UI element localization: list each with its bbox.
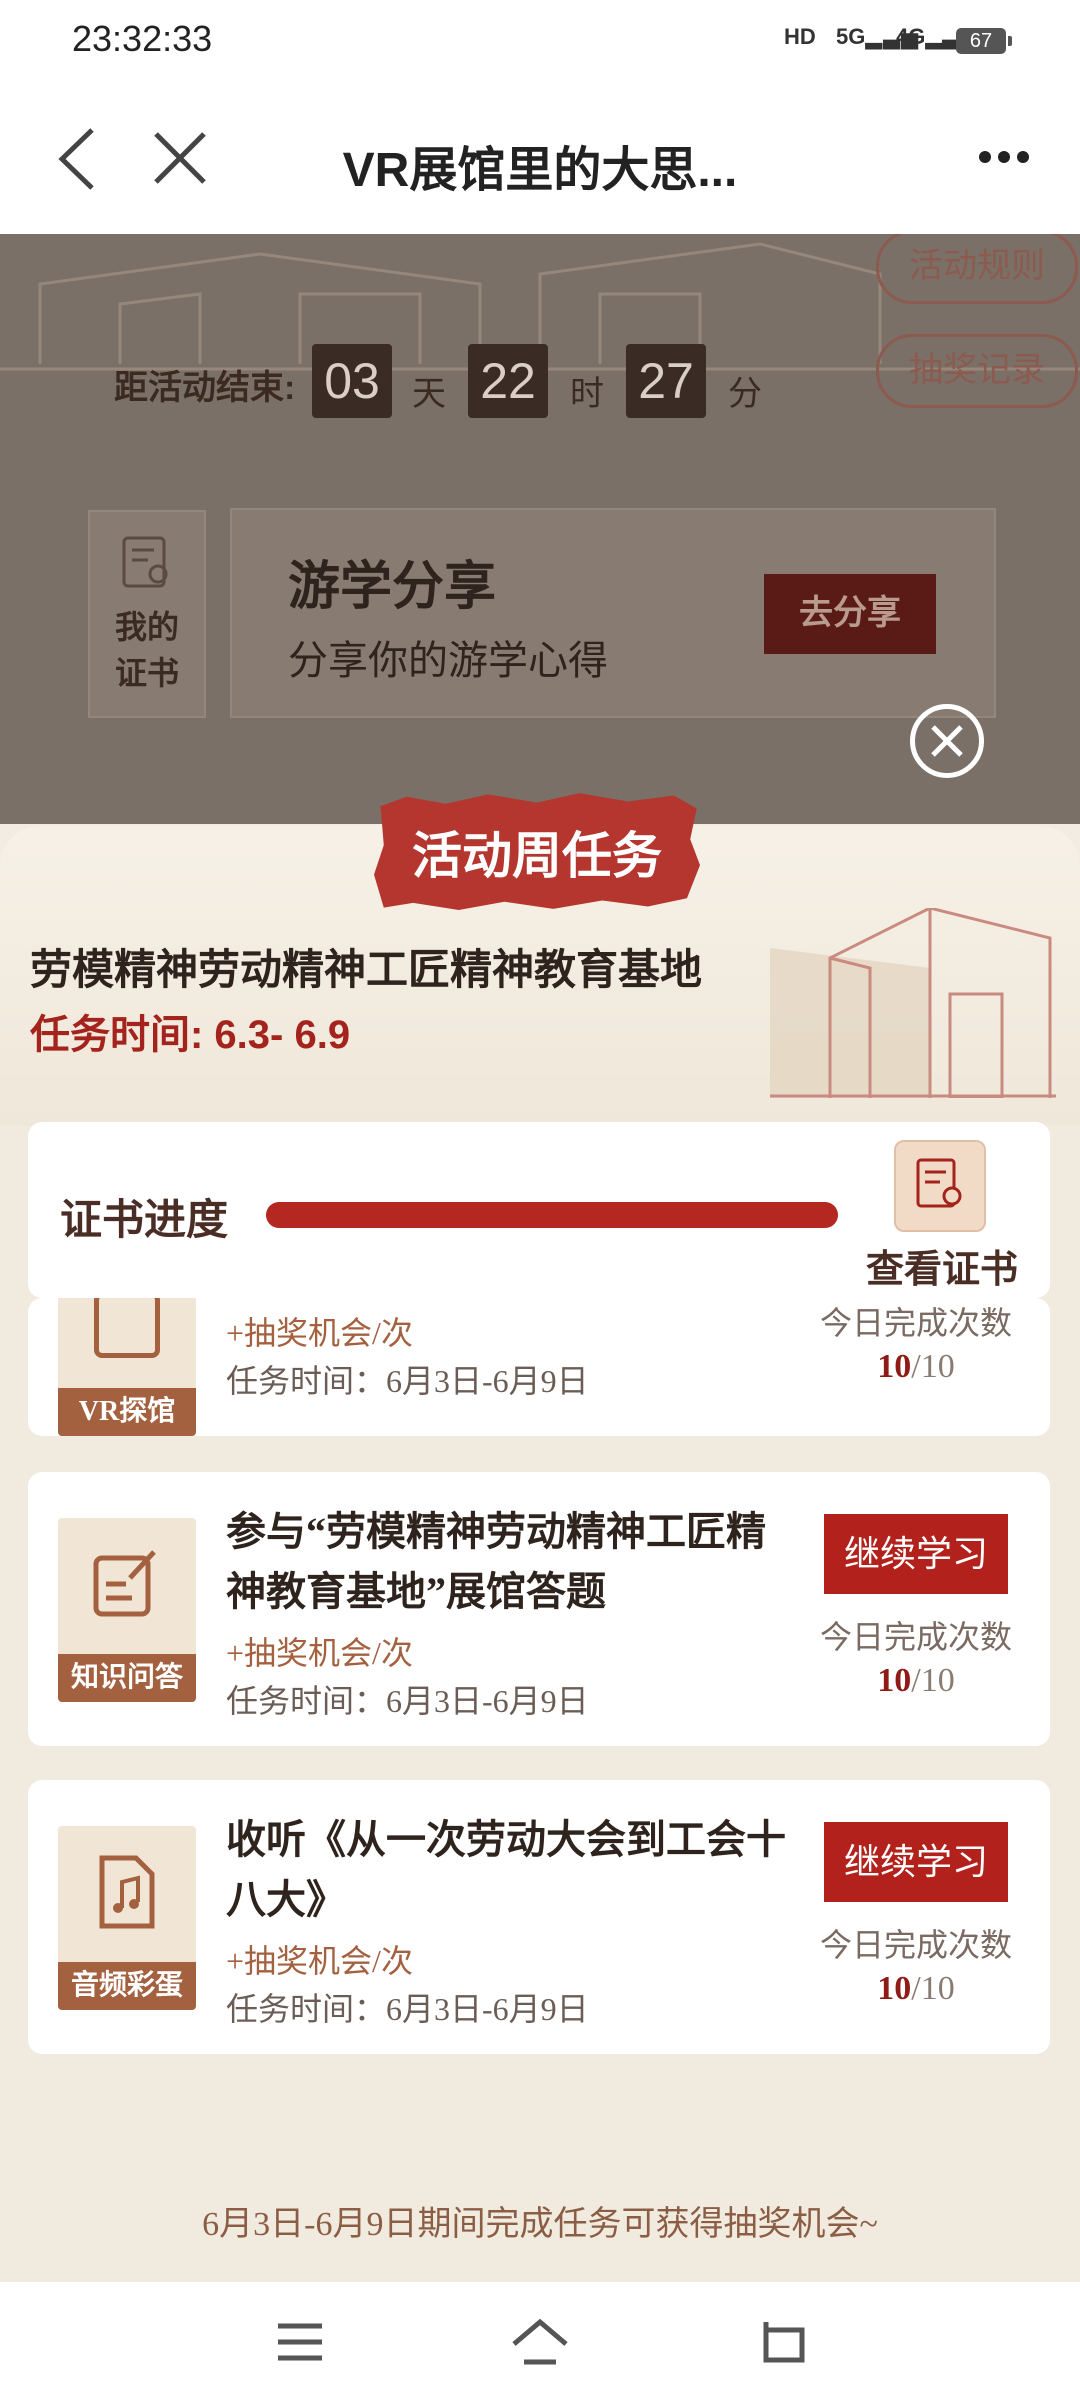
weekly-task-badge: 活动周任务 [374, 793, 700, 910]
background-page: 活动规则 抽奖记录 距活动结束: 03 天 22 时 27 分 我的 证书 游学… [0, 234, 1080, 824]
task-time: 任务时间：6月3日-6月9日 [226, 1683, 589, 1719]
today-count-label: 今日完成次数 [819, 1927, 1012, 1963]
certificate-icon [122, 536, 168, 588]
back-nav-icon[interactable] [756, 2318, 806, 2366]
countdown-minutes: 27 [626, 344, 706, 418]
today-count: 10/10 [877, 1348, 955, 1385]
my-certificate-button[interactable]: 我的 证书 [88, 510, 206, 718]
weekly-task-sheet: 劳模精神劳动精神工匠精神教育基地 任务时间: 6.3- 6.9 证书进度 查看证… [0, 826, 1080, 2282]
task-thumb-vr: VR探馆 [58, 1298, 196, 1436]
vr-icon [94, 1298, 160, 1358]
hd-indicator: HD [784, 24, 816, 49]
share-subtitle: 分享你的游学心得 [288, 638, 608, 683]
countdown-days: 03 [312, 344, 392, 418]
share-card: 游学分享 分享你的游学心得 去分享 [230, 508, 996, 718]
today-count-label: 今日完成次数 [819, 1305, 1012, 1341]
view-certificate-icon[interactable] [894, 1140, 986, 1232]
task-card-audio: 音频彩蛋 收听《从一次劳动大会到工会十八大》 +抽奖机会/次 任务时间：6月3日… [28, 1780, 1050, 2054]
system-nav-bar [0, 2282, 1080, 2408]
task-period: 任务时间: 6.3- 6.9 [30, 1013, 351, 1057]
countdown-days-unit: 天 [412, 375, 446, 413]
countdown-minutes-unit: 分 [728, 375, 762, 413]
countdown-label: 距活动结束: [114, 369, 296, 407]
task-tag: VR探馆 [58, 1388, 196, 1436]
today-count: 10/10 [877, 1662, 955, 1699]
task-tag: 知识问答 [58, 1654, 196, 1702]
task-thumb-audio: 音频彩蛋 [58, 1826, 196, 2010]
share-title: 游学分享 [288, 559, 497, 616]
lottery-record-button[interactable]: 抽奖记录 [876, 334, 1078, 408]
header-bar: VR展馆里的大思... [0, 88, 1080, 234]
status-time: 23:32:33 [72, 18, 213, 59]
certificate-progress-card: 证书进度 查看证书 [28, 1122, 1050, 1298]
close-icon[interactable] [152, 130, 208, 186]
countdown-hours-unit: 时 [570, 375, 604, 413]
menu-icon[interactable] [276, 2322, 324, 2362]
continue-study-button[interactable]: 继续学习 [824, 1514, 1008, 1594]
progress-label: 证书进度 [60, 1198, 229, 1244]
task-title: 收听《从一次劳动大会到工会十八大》 [226, 1817, 786, 1922]
audio-file-icon [99, 1855, 155, 1929]
task-title: 参与“劳模精神劳动精神工匠精神教育基地”展馆答题 [226, 1509, 766, 1614]
my-certificate-label: 我的 证书 [114, 609, 179, 691]
go-share-button[interactable]: 去分享 [764, 574, 936, 654]
building-illustration [770, 908, 1056, 1098]
weekly-task-title: 活动周任务 [412, 828, 662, 884]
continue-study-button[interactable]: 继续学习 [824, 1822, 1008, 1902]
site-name: 劳模精神劳动精神工匠精神教育基地 [30, 946, 703, 993]
task-chance: +抽奖机会/次 [226, 1315, 413, 1351]
rules-button[interactable]: 活动规则 [876, 234, 1078, 304]
task-card-vr: VR探馆 +抽奖机会/次 任务时间：6月3日-6月9日 今日完成次数 10/10 [28, 1298, 1050, 1436]
today-count: 10/10 [877, 1970, 955, 2007]
close-dialog-button[interactable] [910, 704, 984, 778]
home-icon[interactable] [510, 2318, 570, 2366]
task-tag: 音频彩蛋 [58, 1962, 196, 2010]
status-bar: 23:32:33 HD 5G▂▃▅ 4G▂▃▅ 67 [0, 0, 1080, 88]
today-count-label: 今日完成次数 [819, 1619, 1012, 1655]
task-thumb-quiz: 知识问答 [58, 1518, 196, 1702]
battery-icon: 67 [956, 28, 1012, 54]
more-icon[interactable] [978, 150, 1030, 164]
task-time: 任务时间：6月3日-6月9日 [226, 1363, 589, 1399]
task-time: 任务时间：6月3日-6月9日 [226, 1991, 589, 2027]
back-icon[interactable] [54, 124, 100, 194]
close-circle-icon [931, 725, 963, 757]
footer-note: 6月3日-6月9日期间完成任务可获得抽奖机会~ [202, 2206, 878, 2243]
certificate-icon [916, 1158, 962, 1208]
task-chance: +抽奖机会/次 [226, 1943, 413, 1979]
countdown-hours: 22 [468, 344, 548, 418]
quiz-edit-icon [93, 1550, 156, 1617]
page-title: VR展馆里的大思... [342, 144, 738, 197]
task-chance: +抽奖机会/次 [226, 1635, 413, 1671]
view-certificate-label[interactable]: 查看证书 [866, 1238, 1018, 1293]
task-card-quiz: 知识问答 参与“劳模精神劳动精神工匠精神教育基地”展馆答题 +抽奖机会/次 任务… [28, 1472, 1050, 1746]
progress-bar [266, 1202, 838, 1228]
